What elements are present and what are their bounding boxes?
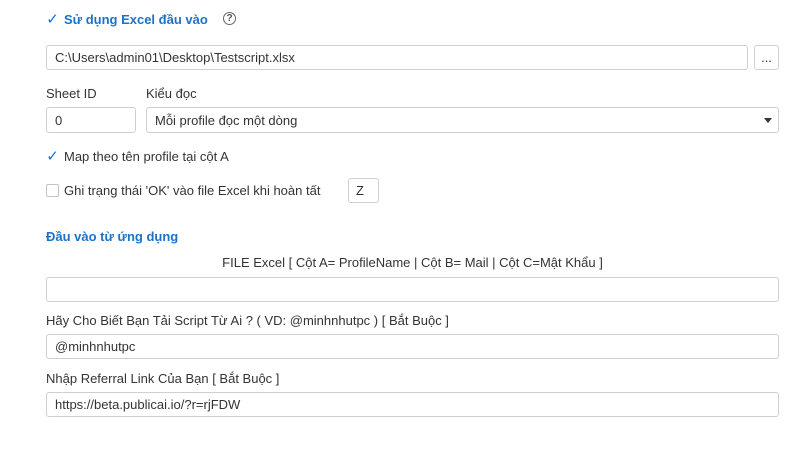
map-profile-checkbox[interactable]: ✓	[46, 148, 59, 165]
use-excel-label: Sử dụng Excel đầu vào	[64, 12, 208, 27]
app-input-title: Đầu vào từ ứng dụng	[46, 229, 179, 244]
use-excel-checkbox[interactable]: ✓	[46, 11, 59, 28]
checkmark-icon: ✓	[46, 11, 59, 28]
file-excel-input[interactable]	[46, 277, 779, 302]
file-excel-label: FILE Excel [ Cột A= ProfileName | Cột B=…	[222, 255, 603, 270]
write-ok-column-input[interactable]	[348, 178, 379, 203]
script-source-input[interactable]	[46, 334, 779, 359]
script-source-label: Hãy Cho Biết Bạn Tải Script Từ Ai ? ( VD…	[46, 313, 449, 328]
sheet-id-label: Sheet ID	[46, 86, 97, 101]
map-profile-label: Map theo tên profile tại cột A	[64, 149, 229, 164]
read-mode-value: Mỗi profile đọc một dòng	[155, 112, 298, 128]
excel-file-path-input[interactable]	[46, 45, 748, 70]
write-ok-label: Ghi trạng thái 'OK' vào file Excel khi h…	[64, 183, 321, 198]
sheet-id-input[interactable]	[46, 107, 136, 133]
read-mode-select[interactable]: Mỗi profile đọc một dòng	[146, 107, 779, 133]
checkmark-icon: ✓	[46, 148, 59, 165]
caret-down-icon	[764, 118, 772, 123]
browse-file-button[interactable]: ...	[754, 45, 779, 70]
browse-button-label: ...	[761, 50, 772, 65]
referral-link-input[interactable]	[46, 392, 779, 417]
write-ok-checkbox[interactable]	[46, 184, 59, 197]
question-circle-icon[interactable]: ?	[223, 12, 236, 25]
referral-link-label: Nhập Referral Link Của Bạn [ Bắt Buộc ]	[46, 371, 280, 386]
read-mode-label: Kiểu đọc	[146, 86, 197, 101]
